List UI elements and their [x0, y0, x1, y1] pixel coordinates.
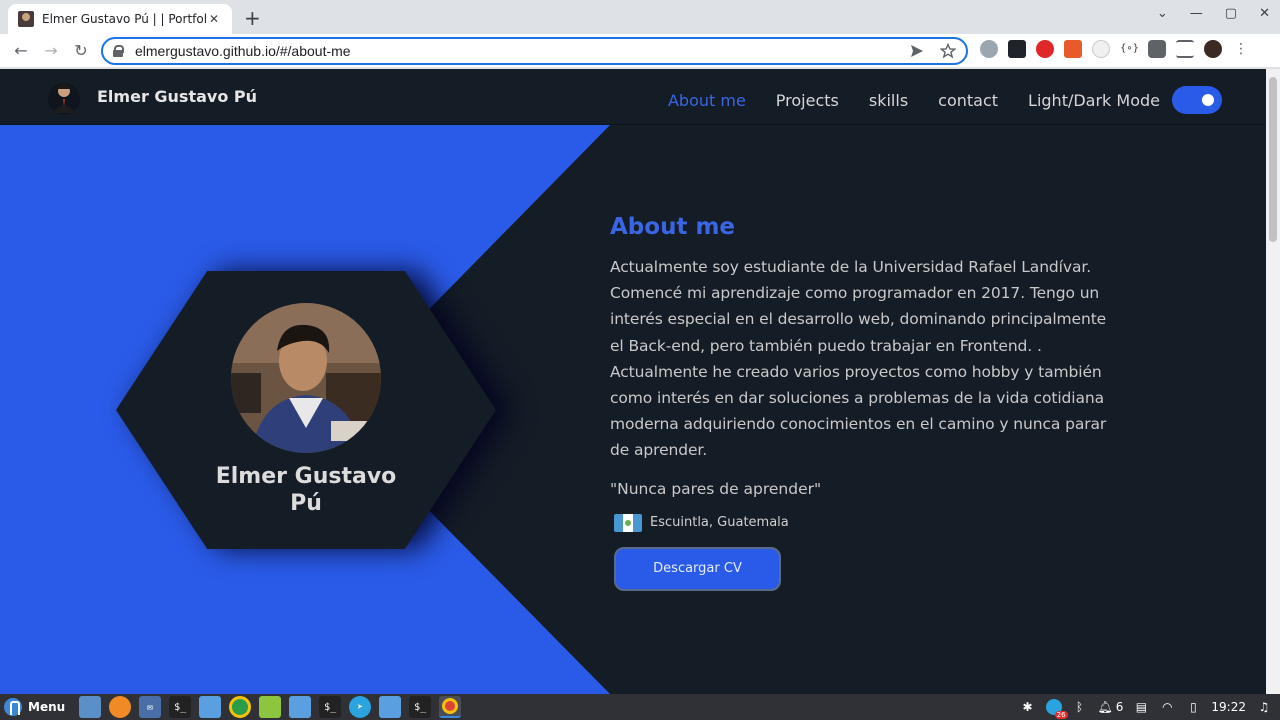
taskbar-apps: ✉ $_ $_ ➤ $_ — [79, 696, 462, 718]
extensions-puzzle-icon[interactable] — [1148, 40, 1166, 58]
tab-favicon-icon — [18, 11, 34, 27]
chrome-icon[interactable] — [229, 696, 252, 718]
mode-label: Light/Dark Mode — [1028, 90, 1160, 110]
terminal-2-icon[interactable]: $_ — [319, 696, 342, 718]
location-text: Escuintla, Guatemala — [650, 515, 789, 531]
browser-tab[interactable]: Elmer Gustavo Pú | | Portfolio ✕ — [8, 4, 232, 34]
brand-avatar[interactable] — [46, 77, 82, 117]
timer-extension-icon[interactable] — [1092, 40, 1110, 58]
dark-mode-toggle[interactable] — [1172, 86, 1222, 114]
nav-link-contact[interactable]: contact — [938, 91, 998, 110]
start-menu-button[interactable]: Menu — [0, 694, 73, 720]
more-menu-icon[interactable]: ⋮ — [1232, 40, 1250, 58]
menu-label: Menu — [28, 700, 66, 714]
guatemala-flag-icon — [614, 513, 642, 532]
new-tab-button[interactable]: + — [244, 6, 261, 30]
page-scrollbar[interactable] — [1266, 69, 1280, 694]
brave-extension-icon[interactable] — [1064, 40, 1082, 58]
os-taskbar: Menu ✉ $_ $_ ➤ $_ ✱ 26 ᛒ 🔔︎ 6 ▤ ◠ ▯ 19:22… — [0, 694, 1280, 720]
chrome-active-icon[interactable] — [439, 696, 462, 718]
profile-card: Elmer Gustavo Pú — [116, 271, 496, 549]
browser-toolbar: ← → ↻ elmergustavo.github.io/#/about-me … — [0, 34, 1280, 68]
about-quote: "Nunca pares de aprender" — [610, 479, 822, 498]
nav-link-about-me[interactable]: About me — [668, 91, 746, 110]
send-icon[interactable] — [910, 44, 924, 58]
system-tray: ✱ 26 ᛒ 🔔︎ 6 ▤ ◠ ▯ 19:22 ♫ — [1020, 699, 1280, 719]
maximize-icon[interactable]: ▢ — [1225, 6, 1237, 21]
clock[interactable]: 19:22 — [1211, 700, 1246, 714]
reload-button[interactable]: ↻ — [70, 40, 92, 62]
terminal-3-icon[interactable]: $_ — [409, 696, 432, 718]
telegram-tray-icon[interactable]: 26 — [1045, 699, 1068, 719]
about-section: About me Actualmente soy estudiante de l… — [610, 214, 1110, 591]
nav-link-skills[interactable]: skills — [869, 91, 908, 110]
minimize-icon[interactable]: — — [1190, 6, 1203, 21]
slack-icon[interactable]: ✱ — [1020, 699, 1036, 715]
folder-icon[interactable] — [289, 696, 312, 718]
scrollbar-thumb[interactable] — [1269, 77, 1277, 242]
mail-icon[interactable]: ✉ — [139, 696, 162, 718]
adblock-icon[interactable] — [1036, 40, 1054, 58]
files-icon[interactable] — [199, 696, 222, 718]
site-navbar: Elmer Gustavo Pú About me Projects skill… — [0, 69, 1266, 125]
address-bar[interactable]: elmergustavo.github.io/#/about-me — [101, 37, 968, 65]
package-manager-icon[interactable] — [259, 696, 282, 718]
clipboard-icon[interactable]: ▤ — [1133, 699, 1149, 715]
notifications-count: 6 — [1115, 700, 1124, 714]
profile-avatar-icon[interactable] — [1204, 40, 1222, 58]
profile-name: Elmer Gustavo Pú — [215, 464, 397, 516]
show-desktop-icon[interactable] — [79, 696, 102, 718]
lock-icon[interactable] — [113, 45, 124, 57]
json-extension-icon[interactable]: {∘} — [1120, 40, 1139, 58]
url-text[interactable]: elmergustavo.github.io/#/about-me — [135, 43, 894, 59]
react-devtools-icon[interactable] — [1008, 40, 1026, 58]
folder-2-icon[interactable] — [379, 696, 402, 718]
web-page: Elmer Gustavo Pú About me Projects skill… — [0, 69, 1266, 694]
terminal-icon[interactable]: $_ — [169, 696, 192, 718]
telegram-badge: 26 — [1054, 711, 1068, 719]
tab-close-icon[interactable]: ✕ — [206, 12, 222, 26]
browser-tabstrip: Elmer Gustavo Pú | | Portfolio ✕ + ⌄ — ▢… — [0, 0, 1280, 34]
back-button[interactable]: ← — [10, 40, 32, 62]
location: Escuintla, Guatemala — [610, 513, 1110, 532]
firefox-icon[interactable] — [109, 696, 132, 718]
download-cv-button[interactable]: Descargar CV — [614, 546, 781, 591]
cat-extension-icon[interactable] — [980, 40, 998, 58]
star-icon[interactable] — [940, 43, 956, 59]
extensions-row: {∘} ⋮ — [980, 40, 1250, 58]
telegram-icon[interactable]: ➤ — [349, 696, 372, 718]
notifications-icon[interactable]: 🔔︎ 6 — [1098, 699, 1124, 715]
battery-icon[interactable]: ▯ — [1185, 699, 1201, 715]
window-controls: ⌄ — ▢ ✕ — [1157, 6, 1270, 21]
wifi-icon[interactable]: ◠ — [1159, 699, 1175, 715]
toggle-knob — [1202, 94, 1214, 106]
about-title: About me — [610, 214, 736, 240]
profile-photo — [231, 303, 381, 453]
forward-button[interactable]: → — [40, 40, 62, 62]
bluetooth-icon[interactable]: ᛒ — [1072, 699, 1088, 715]
music-icon[interactable]: ♫ — [1256, 699, 1272, 715]
tab-title: Elmer Gustavo Pú | | Portfolio — [42, 12, 206, 26]
about-description: Actualmente soy estudiante de la Univers… — [610, 258, 1107, 460]
reading-list-icon[interactable] — [1176, 40, 1194, 58]
nav-link-projects[interactable]: Projects — [776, 91, 839, 110]
fedora-logo-icon — [4, 698, 22, 716]
brand-name[interactable]: Elmer Gustavo Pú — [97, 87, 257, 106]
tab-search-icon[interactable]: ⌄ — [1157, 6, 1168, 21]
nav-links: About me Projects skills contact Light/D… — [638, 86, 1222, 114]
close-window-icon[interactable]: ✕ — [1259, 6, 1270, 21]
